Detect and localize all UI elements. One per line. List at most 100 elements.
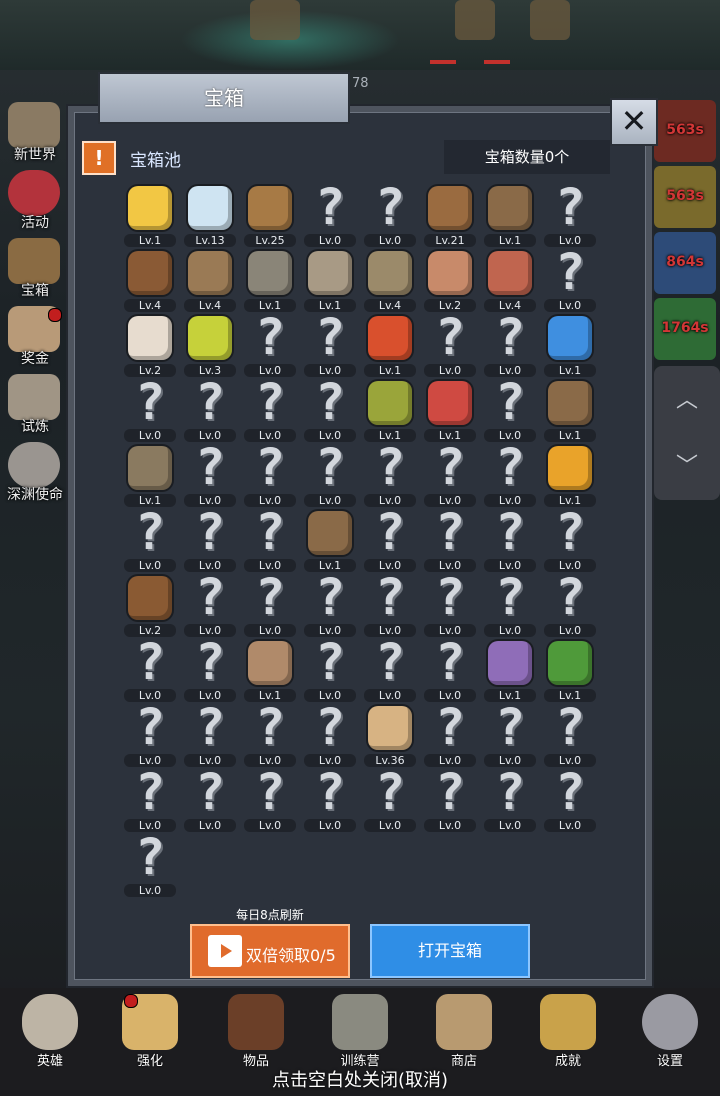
pool-cell[interactable]: Lv.1 — [480, 182, 540, 247]
pool-cell[interactable]: ? Lv.0 — [540, 182, 600, 247]
pool-cell[interactable]: ? Lv.0 — [540, 767, 600, 832]
bottom-nav-training[interactable]: 训练营 — [310, 988, 410, 1070]
pool-cell[interactable]: ? Lv.0 — [420, 442, 480, 507]
pool-cell[interactable]: ? Lv.0 — [480, 702, 540, 767]
pool-cell[interactable]: ? Lv.0 — [240, 507, 300, 572]
pool-cell[interactable]: ? Lv.0 — [420, 767, 480, 832]
pool-cell[interactable]: ? Lv.0 — [300, 442, 360, 507]
pool-cell[interactable]: Lv.1 — [360, 377, 420, 442]
pool-cell[interactable]: Lv.1 — [540, 312, 600, 377]
pool-cell[interactable]: ? Lv.0 — [240, 572, 300, 637]
pool-cell[interactable]: ? Lv.0 — [300, 767, 360, 832]
pool-cell[interactable]: Lv.13 — [180, 182, 240, 247]
pool-cell[interactable]: ? Lv.0 — [240, 442, 300, 507]
pool-cell[interactable]: Lv.21 — [420, 182, 480, 247]
pool-cell[interactable]: ? Lv.0 — [360, 572, 420, 637]
pool-cell[interactable]: ? Lv.0 — [300, 702, 360, 767]
pool-cell[interactable]: ? Lv.0 — [360, 182, 420, 247]
pool-cell[interactable]: Lv.25 — [240, 182, 300, 247]
pool-cell[interactable]: ? Lv.0 — [480, 507, 540, 572]
pool-cell[interactable]: ? Lv.0 — [180, 637, 240, 702]
pool-cell[interactable]: ? Lv.0 — [180, 377, 240, 442]
pool-cell[interactable]: Lv.4 — [360, 247, 420, 312]
pool-cell[interactable]: ? Lv.0 — [360, 442, 420, 507]
scroll-up-icon[interactable]: ︿ — [654, 382, 720, 414]
pool-cell[interactable]: ? Lv.0 — [300, 182, 360, 247]
pool-cell[interactable]: ? Lv.0 — [420, 572, 480, 637]
double-claim-button[interactable]: 双倍领取0/5 — [190, 924, 350, 978]
pool-cell[interactable]: Lv.1 — [480, 637, 540, 702]
pool-cell[interactable]: ? Lv.0 — [240, 312, 300, 377]
pool-cell[interactable]: Lv.2 — [420, 247, 480, 312]
pool-cell[interactable]: ? Lv.0 — [540, 702, 600, 767]
pool-cell[interactable]: ? Lv.0 — [120, 637, 180, 702]
pool-cell[interactable]: ? Lv.0 — [180, 767, 240, 832]
pool-cell[interactable]: ? Lv.0 — [480, 377, 540, 442]
pool-cell[interactable]: Lv.4 — [480, 247, 540, 312]
pool-cell[interactable]: ? Lv.0 — [420, 702, 480, 767]
left-nav-item-chest[interactable]: 宝箱 — [0, 236, 70, 304]
pool-cell[interactable]: ? Lv.0 — [180, 442, 240, 507]
pool-cell[interactable]: Lv.1 — [420, 377, 480, 442]
pool-cell[interactable]: ? Lv.0 — [120, 702, 180, 767]
left-nav-item-abyss-mission[interactable]: 深渊使命 — [0, 440, 70, 508]
pool-cell[interactable]: ? Lv.0 — [180, 702, 240, 767]
pool-cell[interactable]: ? Lv.0 — [240, 767, 300, 832]
bottom-nav-achievement[interactable]: 成就 — [518, 988, 618, 1070]
close-hint[interactable]: 点击空白处关闭(取消) — [0, 1066, 720, 1092]
pool-cell[interactable]: Lv.1 — [540, 637, 600, 702]
right-nav-timer-2[interactable]: 563s — [654, 166, 716, 228]
pool-cell[interactable]: ? Lv.0 — [240, 377, 300, 442]
pool-cell[interactable]: Lv.1 — [300, 247, 360, 312]
pool-cell[interactable]: Lv.1 — [240, 637, 300, 702]
left-nav-item-activity[interactable]: 活动 — [0, 168, 70, 236]
pool-cell[interactable]: Lv.1 — [120, 182, 180, 247]
pool-cell[interactable]: Lv.2 — [120, 572, 180, 637]
scroll-down-icon[interactable]: ﹀ — [654, 448, 720, 480]
right-nav-timer-3[interactable]: 864s — [654, 232, 716, 294]
pool-cell[interactable]: Lv.4 — [180, 247, 240, 312]
pool-cell[interactable]: ? Lv.0 — [360, 637, 420, 702]
left-nav-item-bonus[interactable]: 奖金 — [0, 304, 70, 372]
pool-cell[interactable]: ? Lv.0 — [120, 832, 180, 897]
bottom-nav-enhance[interactable]: 强化 — [100, 988, 200, 1070]
pool-cell[interactable]: Lv.1 — [240, 247, 300, 312]
pool-cell[interactable]: ? Lv.0 — [360, 507, 420, 572]
pool-cell[interactable]: ? Lv.0 — [120, 377, 180, 442]
left-nav-item-trial[interactable]: 试炼 — [0, 372, 70, 440]
pool-cell[interactable]: Lv.2 — [120, 312, 180, 377]
pool-cell[interactable]: ? Lv.0 — [540, 247, 600, 312]
pool-cell[interactable]: ? Lv.0 — [240, 702, 300, 767]
pool-cell[interactable]: Lv.1 — [120, 442, 180, 507]
pool-cell[interactable]: ? Lv.0 — [120, 767, 180, 832]
bottom-nav-shop[interactable]: 商店 — [414, 988, 514, 1070]
pool-cell[interactable]: ? Lv.0 — [300, 377, 360, 442]
pool-cell[interactable]: ? Lv.0 — [420, 637, 480, 702]
pool-cell[interactable]: ? Lv.0 — [360, 767, 420, 832]
pool-cell[interactable]: ? Lv.0 — [480, 572, 540, 637]
open-chest-button[interactable]: 打开宝箱 — [370, 924, 530, 978]
pool-cell[interactable]: ? Lv.0 — [300, 572, 360, 637]
pool-cell[interactable]: Lv.1 — [300, 507, 360, 572]
pool-cell[interactable]: ? Lv.0 — [420, 312, 480, 377]
bottom-nav-settings[interactable]: 设置 — [620, 988, 720, 1070]
right-nav-timer-4[interactable]: 1764s — [654, 298, 716, 360]
pool-cell[interactable]: ? Lv.0 — [480, 312, 540, 377]
bottom-nav-hero[interactable]: 英雄 — [0, 988, 100, 1070]
pool-cell[interactable]: ? Lv.0 — [180, 507, 240, 572]
close-button[interactable]: ✕ — [610, 98, 658, 146]
pool-cell[interactable]: Lv.1 — [540, 442, 600, 507]
pool-cell[interactable]: Lv.3 — [180, 312, 240, 377]
right-nav-timer-1[interactable]: 563s — [654, 100, 716, 162]
pool-cell[interactable]: Lv.36 — [360, 702, 420, 767]
pool-cell[interactable]: Lv.4 — [120, 247, 180, 312]
pool-cell[interactable]: ? Lv.0 — [480, 767, 540, 832]
pool-cell[interactable]: Lv.1 — [540, 377, 600, 442]
exclamation-icon[interactable]: ! — [82, 141, 116, 175]
pool-cell[interactable]: Lv.1 — [360, 312, 420, 377]
bottom-nav-items[interactable]: 物品 — [206, 988, 306, 1070]
pool-cell[interactable]: ? Lv.0 — [540, 572, 600, 637]
pool-cell[interactable]: ? Lv.0 — [180, 572, 240, 637]
pool-cell[interactable]: ? Lv.0 — [480, 442, 540, 507]
pool-cell[interactable]: ? Lv.0 — [540, 507, 600, 572]
